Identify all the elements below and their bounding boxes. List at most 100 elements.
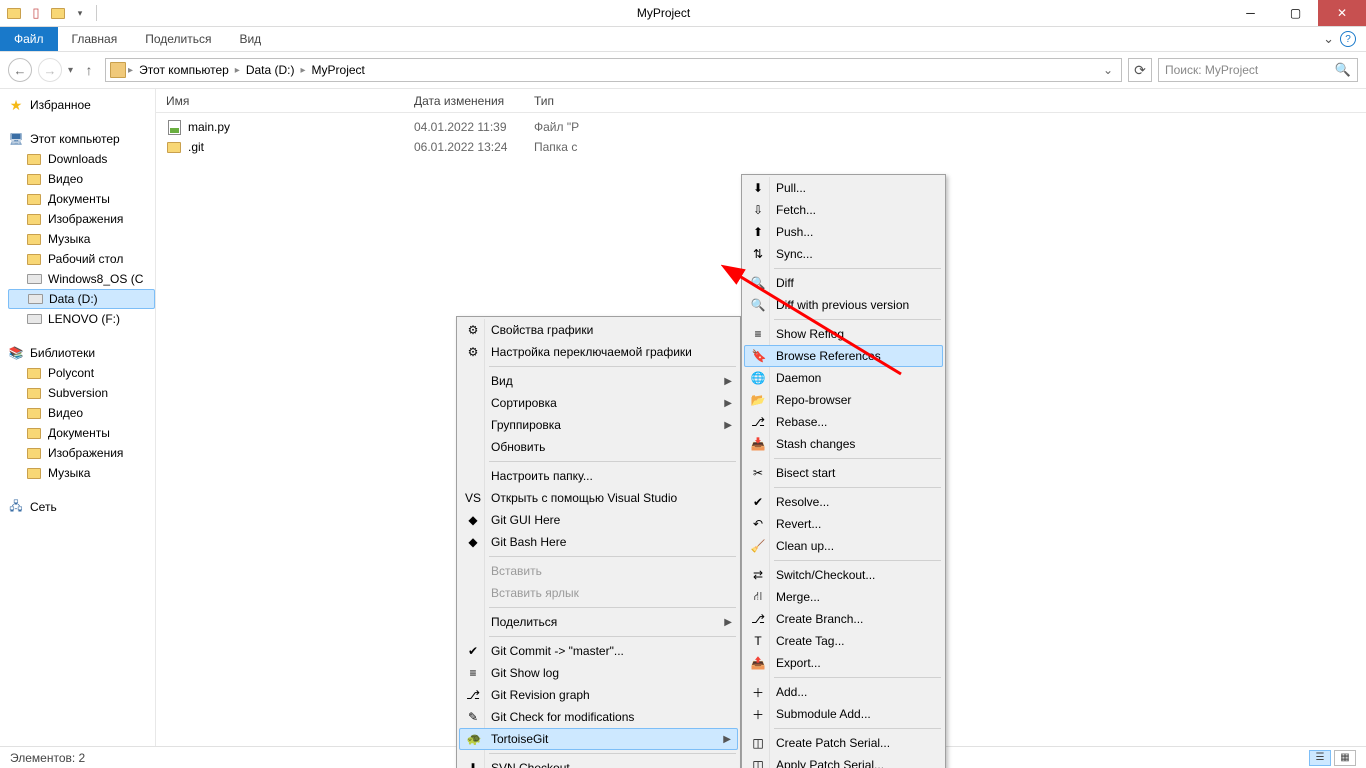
navigation-pane: ★ Избранное 🖥 Этот компьютер Downloads В… bbox=[0, 89, 155, 746]
sidebar-item-drive-d[interactable]: Data (D:) bbox=[8, 289, 155, 309]
view-details-button[interactable]: ☰ bbox=[1309, 750, 1331, 766]
forward-button[interactable]: → bbox=[38, 58, 62, 82]
menu-item-stash[interactable]: 📥Stash changes bbox=[744, 433, 943, 455]
menu-item-label: Revert... bbox=[776, 517, 821, 531]
refresh-button[interactable]: ⟳ bbox=[1128, 58, 1152, 82]
ribbon-expand-icon[interactable]: ⌄ bbox=[1323, 31, 1334, 47]
new-tab-icon[interactable]: ▯ bbox=[28, 5, 44, 21]
menu-item-branch[interactable]: ⎇Create Branch... bbox=[744, 608, 943, 630]
menu-item-resolve[interactable]: ✔Resolve... bbox=[744, 491, 943, 513]
column-type[interactable]: Тип bbox=[524, 94, 624, 108]
file-row[interactable]: main.py 04.01.2022 11:39 Файл "P bbox=[156, 117, 1366, 137]
menu-item-switch[interactable]: ⇄Switch/Checkout... bbox=[744, 564, 943, 586]
sidebar-item-drive-c[interactable]: Windows8_OS (C bbox=[8, 269, 155, 289]
view-icons-button[interactable]: ▦ bbox=[1334, 750, 1356, 766]
history-dropdown-icon[interactable]: ▾ bbox=[68, 65, 73, 76]
menu-item-sort[interactable]: Сортировка▶ bbox=[459, 392, 738, 414]
column-date[interactable]: Дата изменения bbox=[404, 94, 524, 108]
menu-item-group[interactable]: Группировка▶ bbox=[459, 414, 738, 436]
file-row[interactable]: .git 06.01.2022 13:24 Папка с bbox=[156, 137, 1366, 157]
column-name[interactable]: Имя bbox=[156, 94, 404, 108]
sidebar-item-music[interactable]: Музыка bbox=[8, 229, 155, 249]
menu-item-reflog[interactable]: ≡Show Reflog bbox=[744, 323, 943, 345]
menu-item-add[interactable]: ＋Add... bbox=[744, 681, 943, 703]
back-button[interactable]: ← bbox=[8, 58, 32, 82]
sidebar-lib-polycont[interactable]: Polycont bbox=[8, 363, 155, 383]
maximize-button[interactable]: ▢ bbox=[1273, 0, 1318, 26]
sidebar-item-documents[interactable]: Документы bbox=[8, 189, 155, 209]
menu-item-push[interactable]: ⬆Push... bbox=[744, 221, 943, 243]
menu-item-daemon[interactable]: 🌐Daemon bbox=[744, 367, 943, 389]
menu-item-share[interactable]: Поделиться▶ bbox=[459, 611, 738, 633]
menu-item-patch-apply[interactable]: ◫Apply Patch Serial... bbox=[744, 754, 943, 768]
sidebar-item-desktop[interactable]: Рабочий стол bbox=[8, 249, 155, 269]
file-list-area[interactable]: Имя Дата изменения Тип main.py 04.01.202… bbox=[155, 89, 1366, 746]
help-icon[interactable]: ? bbox=[1340, 31, 1356, 47]
chevron-right-icon[interactable]: ▸ bbox=[235, 65, 240, 76]
chevron-right-icon[interactable]: ▸ bbox=[301, 65, 306, 76]
menu-item-cleanup[interactable]: 🧹Clean up... bbox=[744, 535, 943, 557]
file-type: Папка с bbox=[524, 140, 644, 154]
menu-item-git-bash[interactable]: ◆Git Bash Here bbox=[459, 531, 738, 553]
menu-item-git-log[interactable]: ≡Git Show log bbox=[459, 662, 738, 684]
sidebar-item-video[interactable]: Видео bbox=[8, 169, 155, 189]
sidebar-item-downloads[interactable]: Downloads bbox=[8, 149, 155, 169]
menu-item-sync[interactable]: ⇅Sync... bbox=[744, 243, 943, 265]
search-input[interactable]: Поиск: MyProject 🔍 bbox=[1158, 58, 1358, 82]
sidebar-lib-images[interactable]: Изображения bbox=[8, 443, 155, 463]
menu-item-gfx-props[interactable]: ⚙Свойства графики bbox=[459, 319, 738, 341]
menu-item-customize[interactable]: Настроить папку... bbox=[459, 465, 738, 487]
sidebar-item-images[interactable]: Изображения bbox=[8, 209, 155, 229]
sidebar-lib-video[interactable]: Видео bbox=[8, 403, 155, 423]
menu-item-repo-browser[interactable]: 📂Repo-browser bbox=[744, 389, 943, 411]
menu-item-view[interactable]: Вид▶ bbox=[459, 370, 738, 392]
qat-dropdown-icon[interactable]: ▾ bbox=[72, 5, 88, 21]
drive-icon bbox=[26, 271, 42, 287]
tab-share[interactable]: Поделиться bbox=[131, 27, 225, 51]
menu-item-diff-prev[interactable]: 🔍Diff with previous version bbox=[744, 294, 943, 316]
sidebar-this-pc[interactable]: 🖥 Этот компьютер bbox=[8, 129, 155, 149]
menu-item-bisect[interactable]: ✂Bisect start bbox=[744, 462, 943, 484]
sidebar-favorites[interactable]: ★ Избранное bbox=[8, 95, 155, 115]
address-dropdown-icon[interactable]: ⌄ bbox=[1099, 63, 1117, 77]
tab-home[interactable]: Главная bbox=[58, 27, 132, 51]
tab-view[interactable]: Вид bbox=[225, 27, 275, 51]
breadcrumb-drive[interactable]: Data (D:) bbox=[242, 63, 299, 77]
menu-item-git-commit[interactable]: ✔Git Commit -> "master"... bbox=[459, 640, 738, 662]
menu-item-git-revgraph[interactable]: ⎇Git Revision graph bbox=[459, 684, 738, 706]
sidebar-network[interactable]: 🖧 Сеть bbox=[8, 497, 155, 517]
sidebar-item-drive-f[interactable]: LENOVO (F:) bbox=[8, 309, 155, 329]
menu-item-patch-create[interactable]: ◫Create Patch Serial... bbox=[744, 732, 943, 754]
menu-item-diff[interactable]: 🔍Diff bbox=[744, 272, 943, 294]
sidebar-lib-music[interactable]: Музыка bbox=[8, 463, 155, 483]
sidebar-libraries[interactable]: 📚 Библиотеки bbox=[8, 343, 155, 363]
menu-item-gfx-switch[interactable]: ⚙Настройка переключаемой графики bbox=[459, 341, 738, 363]
menu-item-export[interactable]: 📤Export... bbox=[744, 652, 943, 674]
tab-file[interactable]: Файл bbox=[0, 27, 58, 51]
sidebar-lib-subversion[interactable]: Subversion bbox=[8, 383, 155, 403]
breadcrumb-folder[interactable]: MyProject bbox=[308, 63, 369, 77]
menu-item-merge[interactable]: ⛙Merge... bbox=[744, 586, 943, 608]
menu-item-svn-checkout[interactable]: ⬇SVN Checkout... bbox=[459, 757, 738, 768]
menu-item-rebase[interactable]: ⎇Rebase... bbox=[744, 411, 943, 433]
sidebar-label: Subversion bbox=[48, 386, 108, 400]
close-button[interactable]: ✕ bbox=[1318, 0, 1366, 26]
menu-item-git-check[interactable]: ✎Git Check for modifications bbox=[459, 706, 738, 728]
up-button[interactable]: ↑ bbox=[79, 60, 99, 80]
address-bar[interactable]: ▸ Этот компьютер ▸ Data (D:) ▸ MyProject… bbox=[105, 58, 1122, 82]
menu-item-git-gui[interactable]: ◆Git GUI Here bbox=[459, 509, 738, 531]
menu-item-open-vs[interactable]: VSОткрыть с помощью Visual Studio bbox=[459, 487, 738, 509]
menu-item-fetch[interactable]: ⇩Fetch... bbox=[744, 199, 943, 221]
menu-item-browse-refs[interactable]: 🔖Browse References bbox=[744, 345, 943, 367]
chevron-right-icon[interactable]: ▸ bbox=[128, 65, 133, 76]
menu-item-tag[interactable]: TCreate Tag... bbox=[744, 630, 943, 652]
menu-separator bbox=[489, 607, 736, 608]
menu-item-refresh[interactable]: Обновить bbox=[459, 436, 738, 458]
menu-item-submodule[interactable]: ＋Submodule Add... bbox=[744, 703, 943, 725]
menu-item-revert[interactable]: ↶Revert... bbox=[744, 513, 943, 535]
minimize-button[interactable]: ─ bbox=[1228, 0, 1273, 26]
sidebar-lib-documents[interactable]: Документы bbox=[8, 423, 155, 443]
breadcrumb-this-pc[interactable]: Этот компьютер bbox=[135, 63, 233, 77]
menu-item-pull[interactable]: ⬇Pull... bbox=[744, 177, 943, 199]
menu-item-tortoisegit[interactable]: 🐢TortoiseGit▶ bbox=[459, 728, 738, 750]
